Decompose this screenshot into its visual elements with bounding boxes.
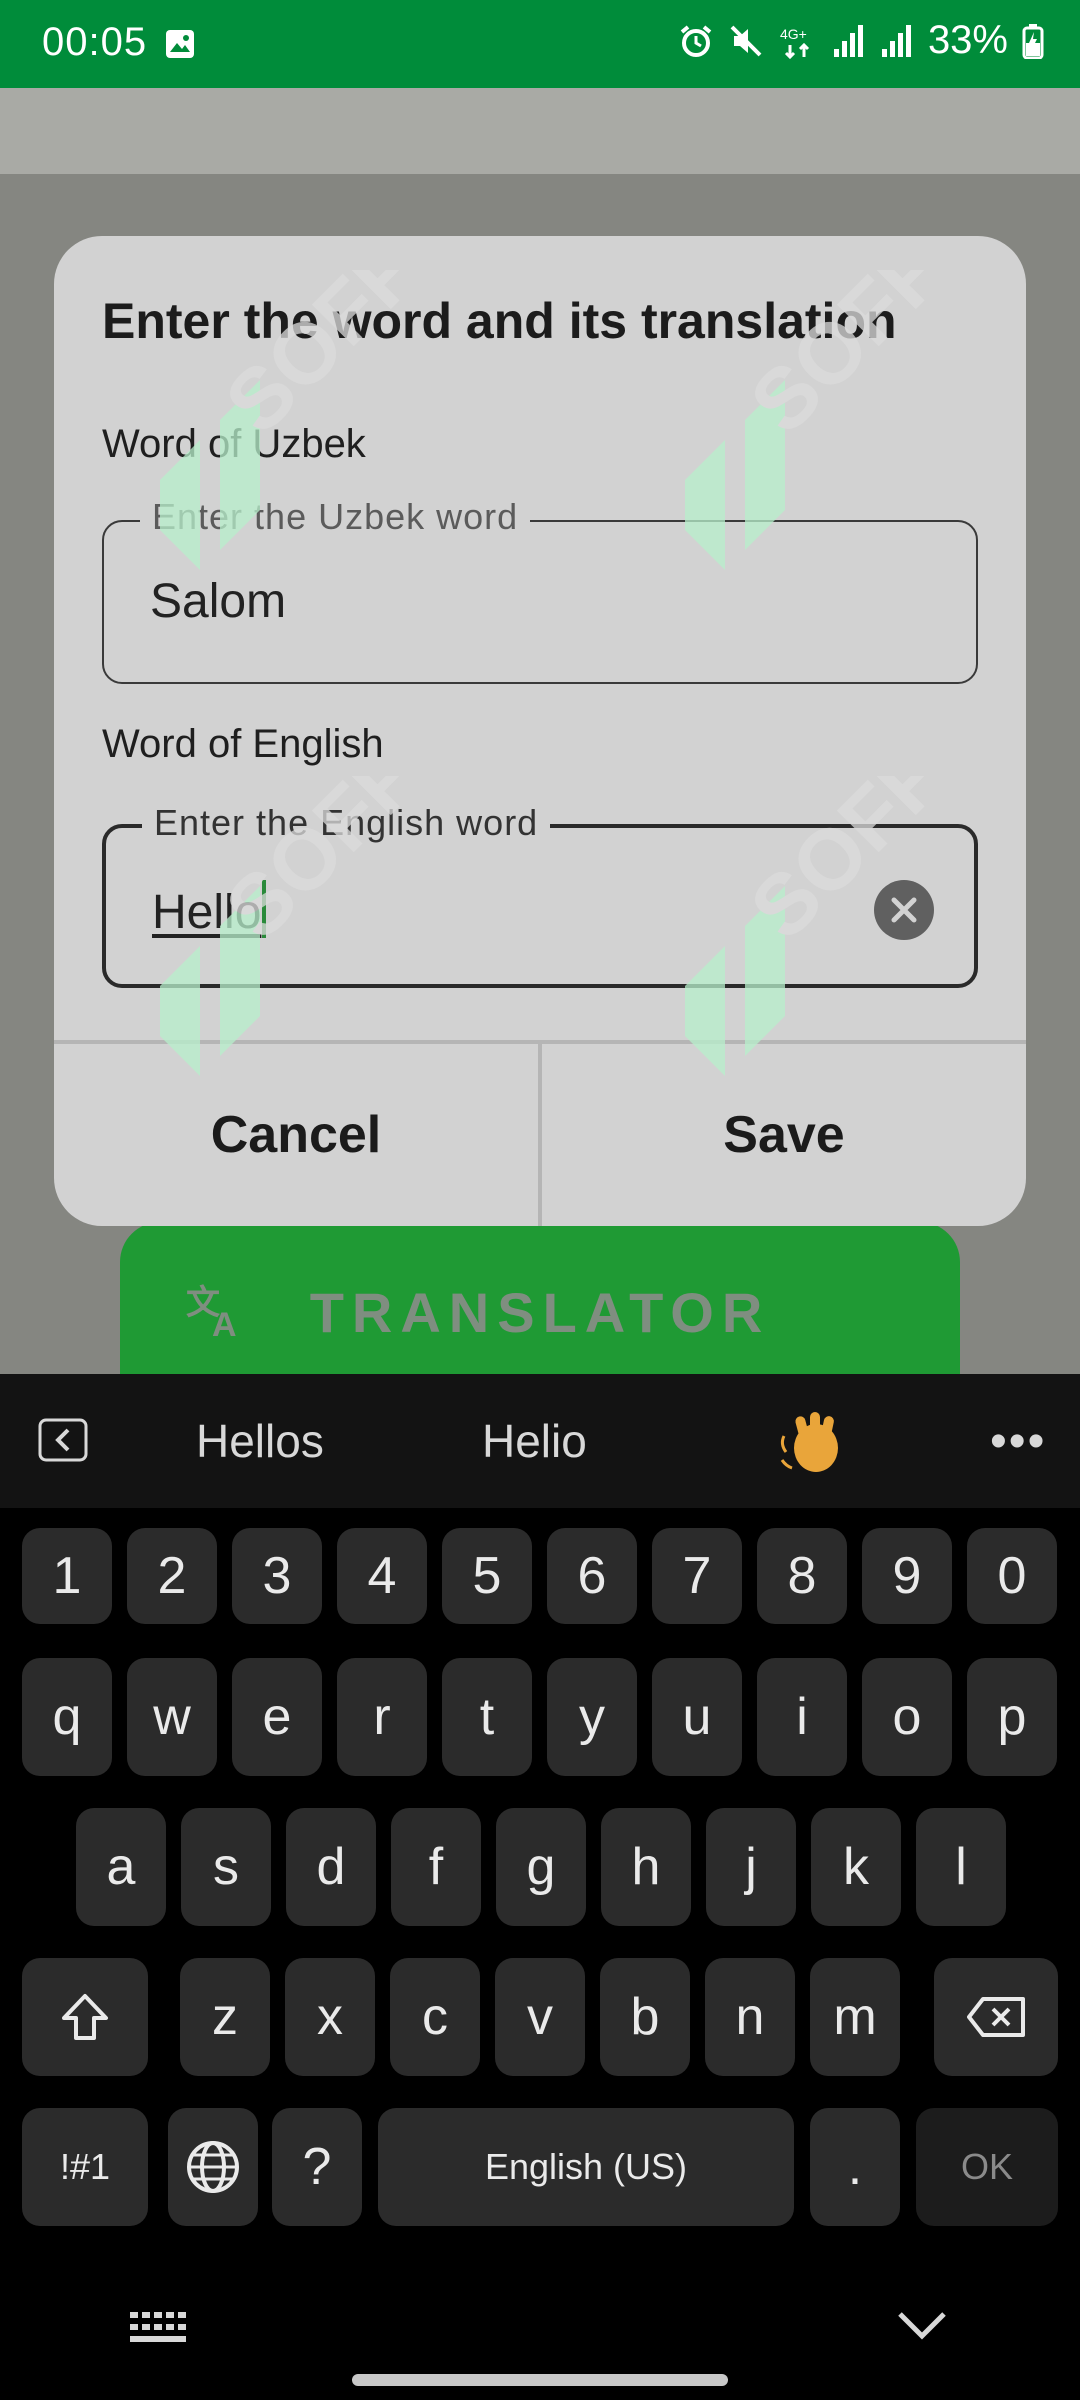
alarm-icon (680, 24, 712, 57)
key-1[interactable]: 1 (22, 1528, 112, 1624)
backspace-icon (967, 1997, 1025, 2037)
space-key[interactable]: English (US) (378, 2108, 794, 2226)
mute-icon (730, 25, 762, 56)
image-icon (166, 30, 194, 58)
key-k[interactable]: k (811, 1808, 901, 1926)
status-time: 00:05 (42, 20, 148, 64)
suggestion-2[interactable]: Helio (482, 1414, 587, 1468)
signal-icon (833, 24, 863, 57)
battery-percent: 33% (927, 18, 1008, 62)
question-key[interactable]: ? (272, 2108, 362, 2226)
key-5[interactable]: 5 (442, 1528, 532, 1624)
key-c[interactable]: c (390, 1958, 480, 2076)
suggestion-bar: Hellos Helio ••• (0, 1374, 1080, 1508)
key-s[interactable]: s (181, 1808, 271, 1926)
key-2[interactable]: 2 (127, 1528, 217, 1624)
shift-key[interactable] (22, 1958, 148, 2076)
backspace-key[interactable] (934, 1958, 1058, 2076)
shift-icon (62, 1994, 108, 2040)
key-r[interactable]: r (337, 1658, 427, 1776)
soft-keyboard: Hellos Helio ••• 1234567890 qwertyuiop asd… (0, 1374, 1080, 2400)
key-b[interactable]: b (600, 1958, 690, 2076)
key-y[interactable]: y (547, 1658, 637, 1776)
waving-hand-icon[interactable] (778, 1408, 848, 1478)
globe-icon (187, 2141, 239, 2193)
signal-icon (881, 24, 911, 57)
key-l[interactable]: l (916, 1808, 1006, 1926)
dialog-title: Enter the word and its translation (102, 293, 897, 349)
english-input-value: Hello (152, 886, 262, 939)
hide-keyboard-icon[interactable] (896, 2310, 948, 2342)
key-t[interactable]: t (442, 1658, 532, 1776)
clear-text-button[interactable] (874, 880, 934, 940)
symbols-key[interactable]: !#1 (22, 2108, 148, 2226)
save-button[interactable]: Save (542, 1044, 1026, 1226)
key-0[interactable]: 0 (967, 1528, 1057, 1624)
key-4[interactable]: 4 (337, 1528, 427, 1624)
cancel-button[interactable]: Cancel (54, 1044, 538, 1226)
uzbek-label: Word of Uzbek (102, 422, 366, 466)
translator-button: 文 A TRANSLATOR (120, 1222, 960, 1382)
status-bar: 00:05 4G+ 33% (0, 0, 1080, 88)
close-icon (891, 897, 917, 923)
battery-charging-icon (1022, 23, 1044, 59)
home-indicator[interactable] (352, 2374, 728, 2386)
key-e[interactable]: e (232, 1658, 322, 1776)
key-o[interactable]: o (862, 1658, 952, 1776)
key-h[interactable]: h (601, 1808, 691, 1926)
key-v[interactable]: v (495, 1958, 585, 2076)
key-g[interactable]: g (496, 1808, 586, 1926)
app-toolbar (0, 88, 1080, 174)
key-x[interactable]: x (285, 1958, 375, 2076)
key-7[interactable]: 7 (652, 1528, 742, 1624)
english-word-field[interactable]: Enter the English word Hello (102, 802, 978, 988)
key-f[interactable]: f (391, 1808, 481, 1926)
key-d[interactable]: d (286, 1808, 376, 1926)
chevron-left-icon[interactable] (38, 1418, 88, 1462)
uzbek-placeholder: Enter the Uzbek word (140, 496, 531, 538)
key-n[interactable]: n (705, 1958, 795, 2076)
suggestion-1[interactable]: Hellos (196, 1414, 324, 1468)
text-caret (262, 880, 267, 938)
english-label: Word of English (102, 722, 384, 766)
key-9[interactable]: 9 (862, 1528, 952, 1624)
translator-label: TRANSLATOR (309, 1281, 771, 1344)
key-p[interactable]: p (967, 1658, 1057, 1776)
key-8[interactable]: 8 (757, 1528, 847, 1624)
period-key[interactable]: . (810, 2108, 900, 2226)
ok-key[interactable]: OK (916, 2108, 1058, 2226)
keyboard-switch-icon[interactable] (130, 2312, 186, 2346)
key-3[interactable]: 3 (232, 1528, 322, 1624)
key-q[interactable]: q (22, 1658, 112, 1776)
key-u[interactable]: u (652, 1658, 742, 1776)
english-input-value-wrap: Hello (152, 880, 267, 940)
svg-text:4G+: 4G+ (780, 26, 807, 42)
add-word-dialog: Enter the word and its translation Word … (54, 236, 1026, 1226)
network-4g-icon: 4G+ (780, 26, 809, 59)
key-i[interactable]: i (757, 1658, 847, 1776)
uzbek-input-value: Salom (150, 575, 287, 628)
key-j[interactable]: j (706, 1808, 796, 1926)
english-placeholder: Enter the English word (142, 802, 551, 844)
more-options-icon[interactable]: ••• (990, 1414, 1046, 1469)
key-m[interactable]: m (810, 1958, 900, 2076)
key-w[interactable]: w (127, 1658, 217, 1776)
uzbek-word-field[interactable]: Enter the Uzbek word Salom (102, 496, 978, 684)
key-a[interactable]: a (76, 1808, 166, 1926)
key-6[interactable]: 6 (547, 1528, 637, 1624)
key-z[interactable]: z (180, 1958, 270, 2076)
language-key[interactable] (168, 2108, 258, 2226)
